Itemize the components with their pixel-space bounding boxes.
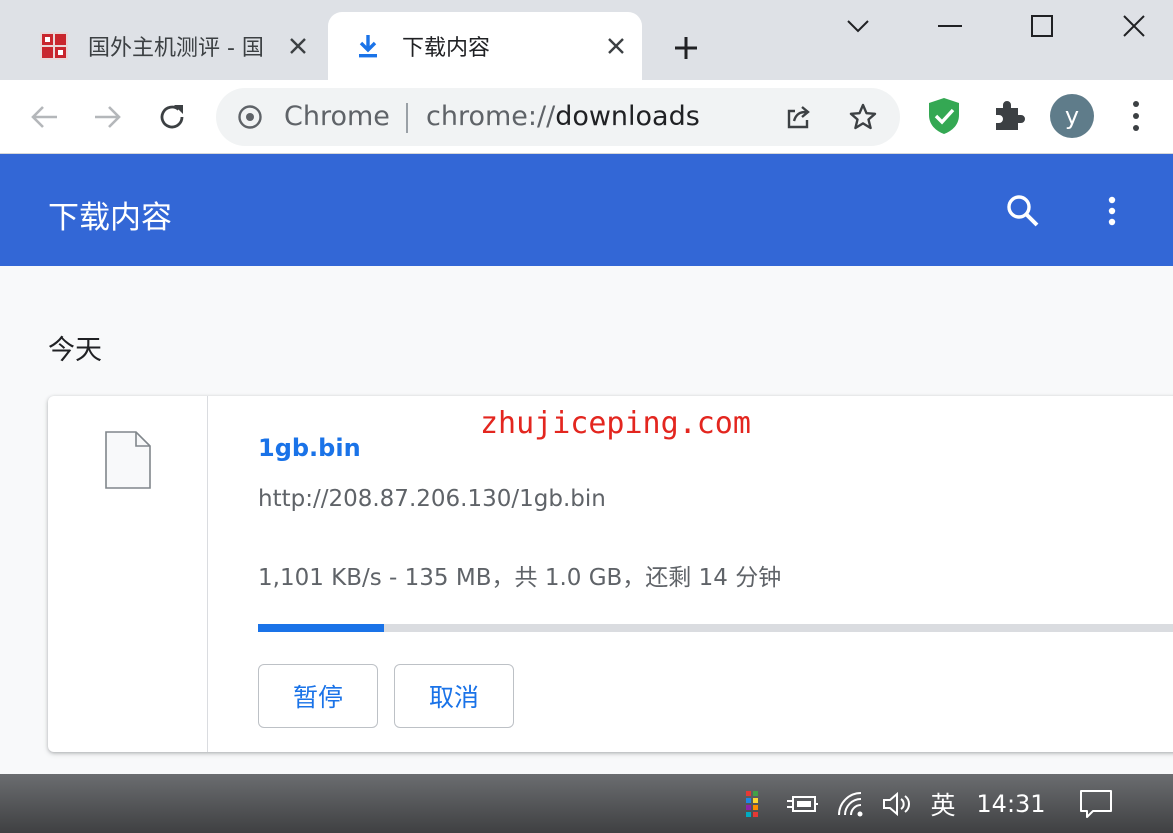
omnibox-chip: Chrome	[284, 101, 390, 132]
download-item-card: 1gb.bin http://208.87.206.130/1gb.bin 1,…	[48, 396, 1173, 752]
adblock-shield-icon[interactable]	[926, 96, 962, 136]
browser-menu-icon[interactable]	[1124, 96, 1148, 136]
profile-avatar[interactable]: y	[1050, 94, 1094, 138]
new-tab-button[interactable]	[668, 30, 704, 66]
address-bar[interactable]: Chrome chrome://downloads	[216, 88, 900, 146]
input-language-indicator[interactable]: 英	[922, 774, 964, 833]
download-status: 1,101 KB/s - 135 MB，共 1.0 GB，还剩 14 分钟	[258, 565, 782, 591]
tab-title: 下载内容	[402, 36, 491, 61]
omnibox-divider	[406, 103, 408, 133]
windows-taskbar: 英 14:31	[0, 774, 1173, 833]
forward-button[interactable]	[88, 97, 128, 137]
close-window-button[interactable]	[1114, 6, 1154, 46]
cancel-button[interactable]: 取消	[394, 664, 514, 728]
tab-site[interactable]: 国外主机测评 - 国	[28, 12, 324, 80]
chrome-logo-icon	[238, 105, 262, 129]
url-scheme: chrome://	[426, 101, 556, 132]
file-source-url[interactable]: http://208.87.206.130/1gb.bin	[258, 486, 606, 512]
url-text[interactable]: chrome://downloads	[426, 101, 700, 132]
wifi-icon[interactable]	[834, 774, 870, 833]
tab-search-chevron-icon[interactable]	[838, 6, 878, 46]
more-options-icon[interactable]	[1096, 192, 1128, 230]
downloads-page: 下载内容 今天 1gb.bin http://208.87.206.130/1g…	[0, 154, 1173, 774]
power-plug-icon[interactable]	[782, 774, 822, 833]
date-heading: 今天	[48, 335, 102, 366]
download-progress-fill	[258, 624, 384, 632]
file-name-link[interactable]: 1gb.bin	[258, 434, 361, 462]
maximize-button[interactable]	[1022, 6, 1062, 46]
close-tab-icon[interactable]	[604, 34, 628, 58]
taskbar-clock[interactable]: 14:31	[976, 774, 1046, 833]
search-icon[interactable]	[1002, 190, 1044, 232]
tab-title: 国外主机测评 - 国	[88, 36, 264, 61]
notification-center-icon[interactable]	[1074, 774, 1118, 833]
site-logo-icon	[38, 30, 70, 62]
download-icon	[352, 30, 384, 62]
tab-downloads[interactable]: 下载内容	[328, 12, 642, 80]
share-icon[interactable]	[784, 103, 812, 131]
file-icon	[104, 430, 152, 490]
page-title: 下载内容	[48, 200, 172, 236]
minimize-button[interactable]	[930, 6, 970, 46]
file-icon-column	[48, 396, 208, 752]
volume-icon[interactable]	[878, 774, 916, 833]
bookmark-star-icon[interactable]	[848, 102, 878, 132]
back-button[interactable]	[24, 97, 64, 137]
color-app-tray-icon[interactable]	[740, 774, 766, 833]
tab-strip: 国外主机测评 - 国 下载内容	[0, 0, 1173, 80]
url-path: downloads	[555, 101, 700, 132]
extensions-puzzle-icon[interactable]	[990, 96, 1028, 136]
pause-button[interactable]: 暂停	[258, 664, 378, 728]
close-tab-icon[interactable]	[286, 34, 310, 58]
reload-button[interactable]	[152, 97, 192, 137]
watermark-text: zhujiceping.com	[480, 406, 751, 441]
download-progress-bar	[258, 624, 1173, 632]
downloads-header: 下载内容	[0, 154, 1173, 266]
